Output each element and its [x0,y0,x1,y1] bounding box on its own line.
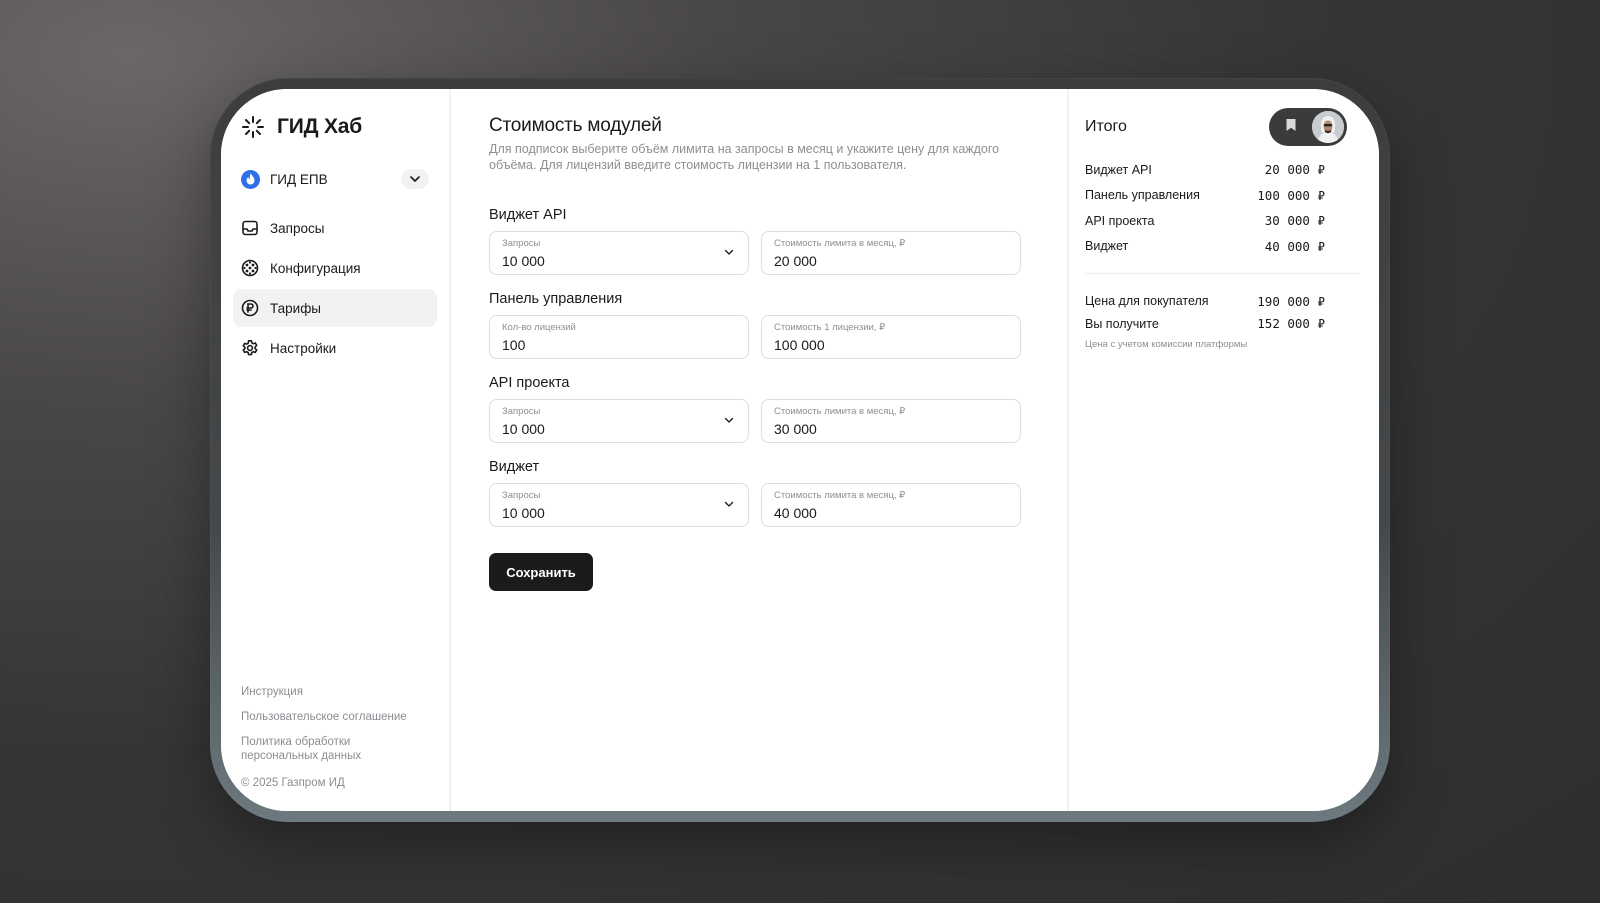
sparkle-logo-icon [242,116,264,138]
field-value: 10 000 [502,421,545,437]
field-label: Стоимость лимита в месяц, ₽ [774,238,906,249]
page-description: Для подписок выберите объём лимита на за… [489,142,1000,172]
project-api-fields: Запросы 10 000 Стоимость лимита в месяц,… [489,399,1029,443]
control-panel-fields: Кол-во лицензий 100 Стоимость 1 лицензии… [489,315,1029,359]
field-label: Стоимость лимита в месяц, ₽ [774,406,906,417]
summary-row: API проекта 30 000 ₽ [1085,208,1325,234]
summary-items: Виджет API 20 000 ₽ Панель управления 10… [1085,157,1361,259]
requests-select[interactable]: Запросы 10 000 [489,399,749,443]
main-nav: Запросы Конфигурация Тарифы Настройки [233,209,437,367]
widget-fields: Запросы 10 000 Стоимость лимита в месяц,… [489,483,1029,527]
main-content: Стоимость модулей Для подписок выберите … [451,89,1067,811]
buyer-price-row: Цена для покупателя 190 000 ₽ [1085,290,1325,313]
field-value: 20 000 [774,253,817,269]
chevron-down-icon [724,249,734,255]
user-pill [1269,108,1347,146]
field-value: 10 000 [502,505,545,521]
workspace-name: ГИД ЕПВ [270,171,328,187]
globe-icon [241,259,259,277]
nav-item-label: Настройки [270,340,337,356]
nav-item-label: Тарифы [270,300,322,316]
field-label: Кол-во лицензий [502,322,576,333]
field-label: Запросы [502,238,541,249]
summary-value: 100 000 ₽ [1257,187,1325,203]
section-title: API проекта [489,375,570,391]
privacy-policy-link[interactable]: Политика обработки персональных данных [241,735,429,763]
summary-title: Итого [1085,118,1127,135]
device-frame: ГИД Хаб ГИД ЕПВ Запросы Конфигурация Тар… [210,78,1390,822]
summary-value: 152 000 ₽ [1257,316,1325,332]
inbox-icon [242,220,258,236]
limit-price-field[interactable]: Стоимость лимита в месяц, ₽ 30 000 [761,399,1021,443]
summary-row: Панель управления 100 000 ₽ [1085,183,1325,209]
summary-label: Виджет API [1085,162,1152,177]
avatar[interactable] [1312,111,1344,143]
nav-item-label: Запросы [270,220,325,236]
gear-icon [242,340,258,356]
field-value: 40 000 [774,505,817,521]
chevron-down-icon [724,417,734,423]
field-label: Запросы [502,490,541,501]
workspace-switcher[interactable]: ГИД ЕПВ [233,167,437,191]
widget-api-fields: Запросы 10 000 Стоимость лимита в месяц,… [489,231,1029,275]
sidebar-footer: Инструкция Пользовательское соглашение П… [233,685,437,789]
summary-value: 20 000 ₽ [1264,162,1325,178]
field-value: 30 000 [774,421,817,437]
brand-name: ГИД Хаб [277,115,363,138]
app-screen: ГИД Хаб ГИД ЕПВ Запросы Конфигурация Тар… [221,89,1379,811]
instruction-link[interactable]: Инструкция [241,685,429,699]
bookmark-icon[interactable] [1285,118,1312,137]
summary-row: Виджет 40 000 ₽ [1085,234,1325,260]
page-title: Стоимость модулей [489,115,662,136]
ruble-icon [241,299,259,317]
summary-label: Цена для покупателя [1085,294,1209,309]
copyright: © 2025 Газпром ИД [241,777,345,789]
nav-item-requests[interactable]: Запросы [233,209,437,247]
section-title: Виджет [489,459,540,475]
workspace-flame-icon [241,169,260,189]
nav-item-settings[interactable]: Настройки [233,329,437,367]
license-price-field[interactable]: Стоимость 1 лицензии, ₽ 100 000 [761,315,1021,359]
summary-value: 40 000 ₽ [1264,238,1325,254]
requests-select[interactable]: Запросы 10 000 [489,483,749,527]
commission-note: Цена с учетом комиссии платформы [1085,339,1248,350]
summary-header: Итого [1085,108,1361,146]
nav-item-configuration[interactable]: Конфигурация [233,249,437,287]
nav-item-label: Конфигурация [270,260,361,276]
limit-price-field[interactable]: Стоимость лимита в месяц, ₽ 40 000 [761,483,1021,527]
chevron-down-icon[interactable] [401,169,429,189]
summary-totals: Цена для покупателя 190 000 ₽ Вы получит… [1085,290,1361,350]
summary-value: 30 000 ₽ [1264,213,1325,229]
requests-select[interactable]: Запросы 10 000 [489,231,749,275]
field-value: 100 000 [774,337,825,353]
license-count-field[interactable]: Кол-во лицензий 100 [489,315,749,359]
divider [1085,273,1360,274]
field-label: Запросы [502,406,541,417]
sidebar: ГИД Хаб ГИД ЕПВ Запросы Конфигурация Тар… [221,89,449,811]
limit-price-field[interactable]: Стоимость лимита в месяц, ₽ 20 000 [761,231,1021,275]
summary-label: Панель управления [1085,188,1200,203]
field-label: Стоимость лимита в месяц, ₽ [774,490,906,501]
section-title: Виджет API [489,207,567,223]
summary-value: 190 000 ₽ [1257,293,1325,309]
you-receive-row: Вы получите 152 000 ₽ [1085,313,1325,336]
save-button[interactable]: Сохранить [489,553,593,591]
summary-panel: Итого Виджет API 20 000 ₽ Панель управле… [1069,89,1379,811]
chevron-down-icon [724,501,734,507]
summary-label: Виджет [1085,239,1129,254]
summary-row: Виджет API 20 000 ₽ [1085,157,1325,183]
brand[interactable]: ГИД Хаб [233,115,437,139]
section-title: Панель управления [489,291,623,307]
nav-item-tariffs[interactable]: Тарифы [233,289,437,327]
field-value: 100 [502,337,526,353]
user-agreement-link[interactable]: Пользовательское соглашение [241,710,429,724]
field-value: 10 000 [502,253,545,269]
summary-label: Вы получите [1085,316,1159,331]
summary-label: API проекта [1085,213,1155,228]
field-label: Стоимость 1 лицензии, ₽ [774,322,886,333]
